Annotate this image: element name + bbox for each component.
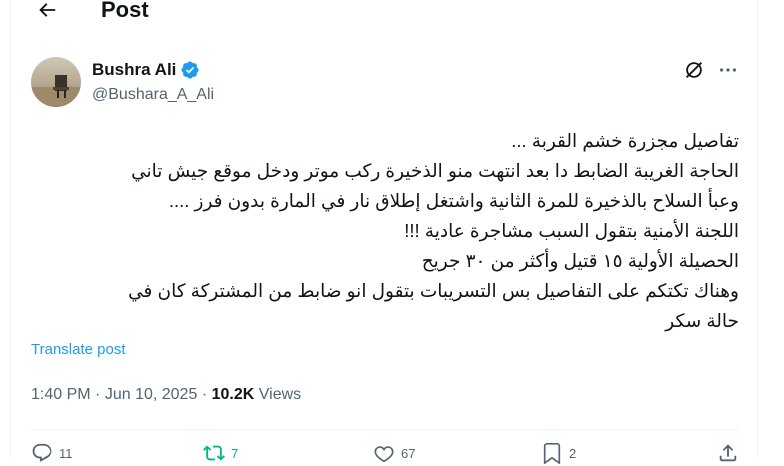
translate-post-link[interactable]: Translate post [31, 340, 126, 360]
post-detail-view: Post Bushra Ali @Bushara_A_Ali تفاصيل مج… [10, 0, 759, 464]
views-label: Views [258, 386, 302, 403]
grok-button[interactable] [683, 59, 705, 81]
reply-button[interactable]: 11 [31, 442, 73, 464]
post-date[interactable]: Jun 10, 2025 [105, 386, 198, 403]
reply-count: 11 [59, 445, 73, 461]
meta-separator: · [95, 386, 105, 403]
views-count: 10.2K [211, 386, 255, 403]
repost-count: 7 [231, 445, 239, 461]
more-options-button[interactable] [717, 59, 739, 81]
like-icon [374, 446, 394, 463]
avatar[interactable] [31, 57, 81, 107]
tweet-text: تفاصيل مجزرة خشم القربة ... الحاجة الغري… [128, 130, 739, 331]
page-header: Post [11, 0, 759, 28]
bookmark-count: 2 [569, 445, 577, 461]
like-button[interactable]: 67 [373, 442, 415, 464]
post-metadata: 1:40 PM · Jun 10, 2025 · 10.2K Views [31, 384, 301, 406]
avatar-image [31, 57, 81, 107]
author-name[interactable]: Bushra Ali [92, 60, 176, 80]
arrow-left-icon [39, 3, 56, 17]
back-button[interactable] [31, 0, 63, 26]
bookmark-icon [543, 443, 561, 464]
author-name-row[interactable]: Bushra Ali [92, 60, 200, 80]
grok-icon [686, 62, 702, 78]
share-button[interactable] [717, 442, 739, 464]
reply-icon [32, 443, 52, 462]
meta-separator: · [201, 386, 212, 403]
author-handle[interactable]: @Bushara_A_Ali [92, 85, 214, 105]
more-horizontal-icon [719, 68, 737, 72]
post-time[interactable]: 1:40 PM [31, 386, 91, 403]
bookmark-button[interactable]: 2 [541, 442, 576, 464]
verified-badge-icon [181, 61, 199, 79]
repost-icon [203, 445, 225, 461]
page-title: Post [101, 0, 149, 22]
action-bar: 11 7 67 2 [31, 442, 739, 466]
share-icon [719, 444, 737, 462]
repost-button[interactable]: 7 [203, 442, 238, 464]
divider [31, 429, 739, 430]
like-count: 67 [401, 445, 416, 461]
